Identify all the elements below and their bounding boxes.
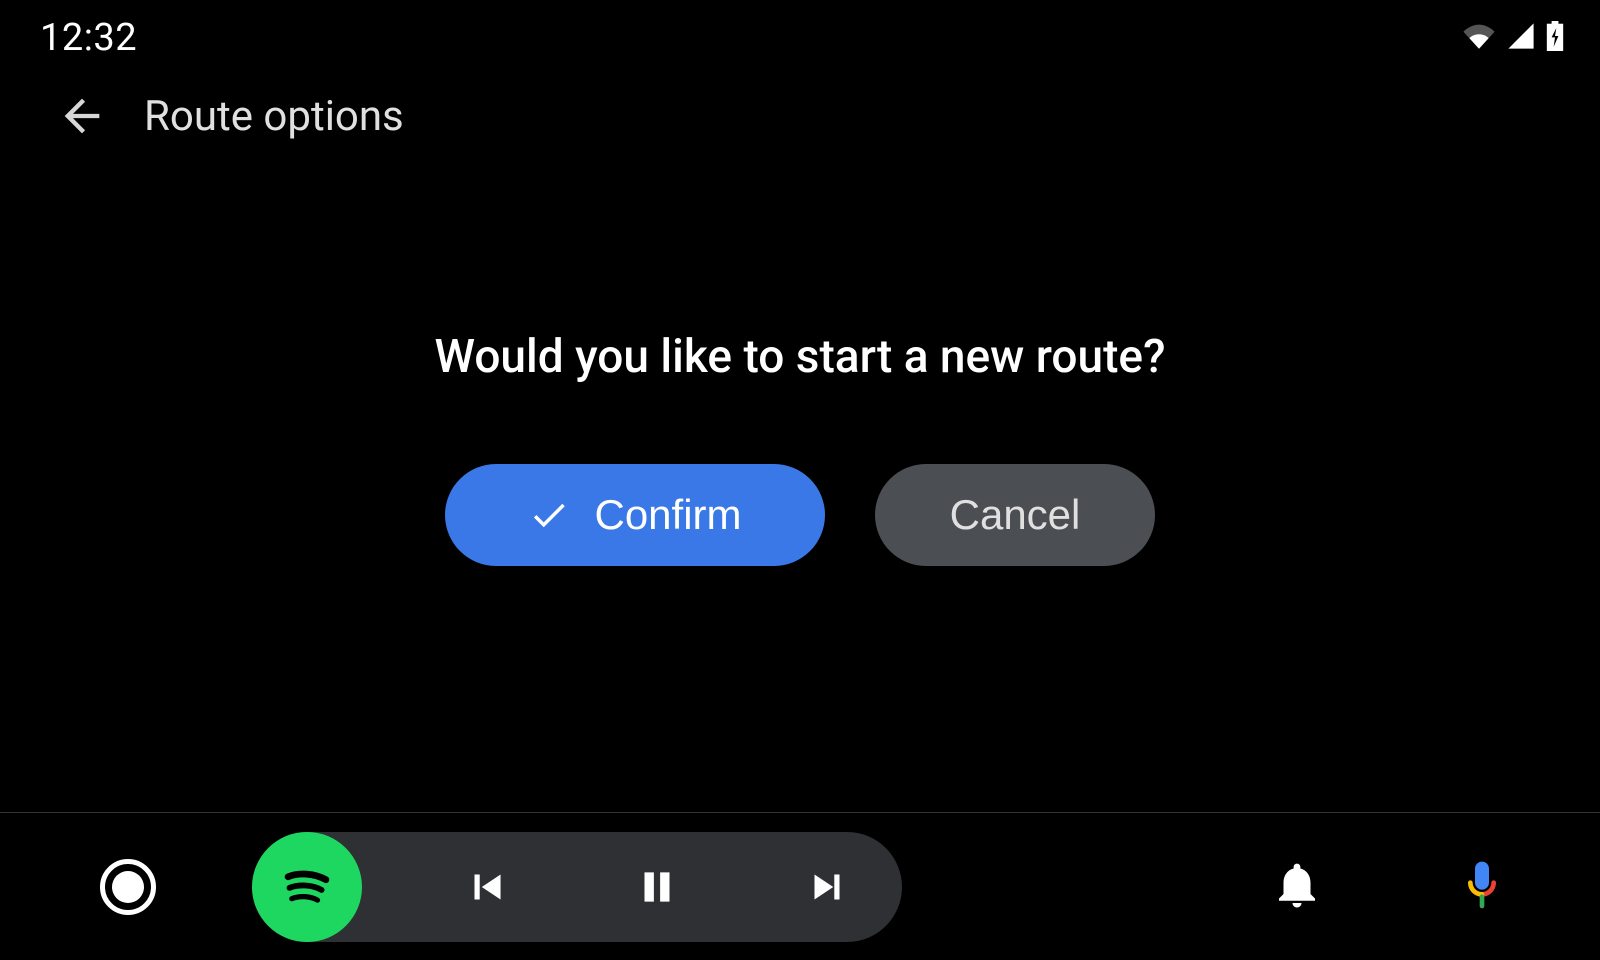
right-icons [1270, 857, 1510, 917]
home-button[interactable] [100, 859, 156, 915]
battery-charging-icon [1546, 21, 1564, 55]
home-circle-icon [112, 871, 144, 903]
status-icons [1462, 21, 1564, 55]
status-bar: 12:32 [0, 0, 1600, 70]
cancel-button[interactable]: Cancel [875, 464, 1155, 566]
page-title: Route options [144, 92, 404, 141]
media-controls [462, 862, 852, 912]
bottom-bar [0, 814, 1600, 960]
spotify-icon[interactable] [252, 832, 362, 942]
microphone-icon [1454, 857, 1510, 913]
skip-previous-icon [462, 862, 512, 912]
bell-icon [1270, 858, 1324, 912]
cancel-button-label: Cancel [950, 491, 1081, 539]
wifi-icon [1462, 23, 1496, 53]
divider [0, 812, 1600, 813]
status-time: 12:32 [40, 16, 137, 60]
cellular-icon [1506, 22, 1536, 54]
notifications-button[interactable] [1270, 858, 1324, 916]
dialog-prompt: Would you like to start a new route? [435, 330, 1166, 384]
arrow-left-icon [56, 90, 108, 142]
dialog-buttons: Confirm Cancel [445, 464, 1155, 566]
back-button[interactable] [56, 90, 108, 142]
voice-assistant-button[interactable] [1454, 857, 1510, 917]
confirm-button-label: Confirm [594, 491, 741, 539]
dialog-content: Would you like to start a new route? Con… [0, 330, 1600, 566]
media-pill [252, 832, 902, 942]
pause-icon [632, 862, 682, 912]
skip-next-icon [802, 862, 852, 912]
pause-button[interactable] [632, 862, 682, 912]
previous-track-button[interactable] [462, 862, 512, 912]
next-track-button[interactable] [802, 862, 852, 912]
confirm-button[interactable]: Confirm [445, 464, 825, 566]
check-icon [528, 494, 570, 536]
header: Route options [0, 70, 1600, 162]
